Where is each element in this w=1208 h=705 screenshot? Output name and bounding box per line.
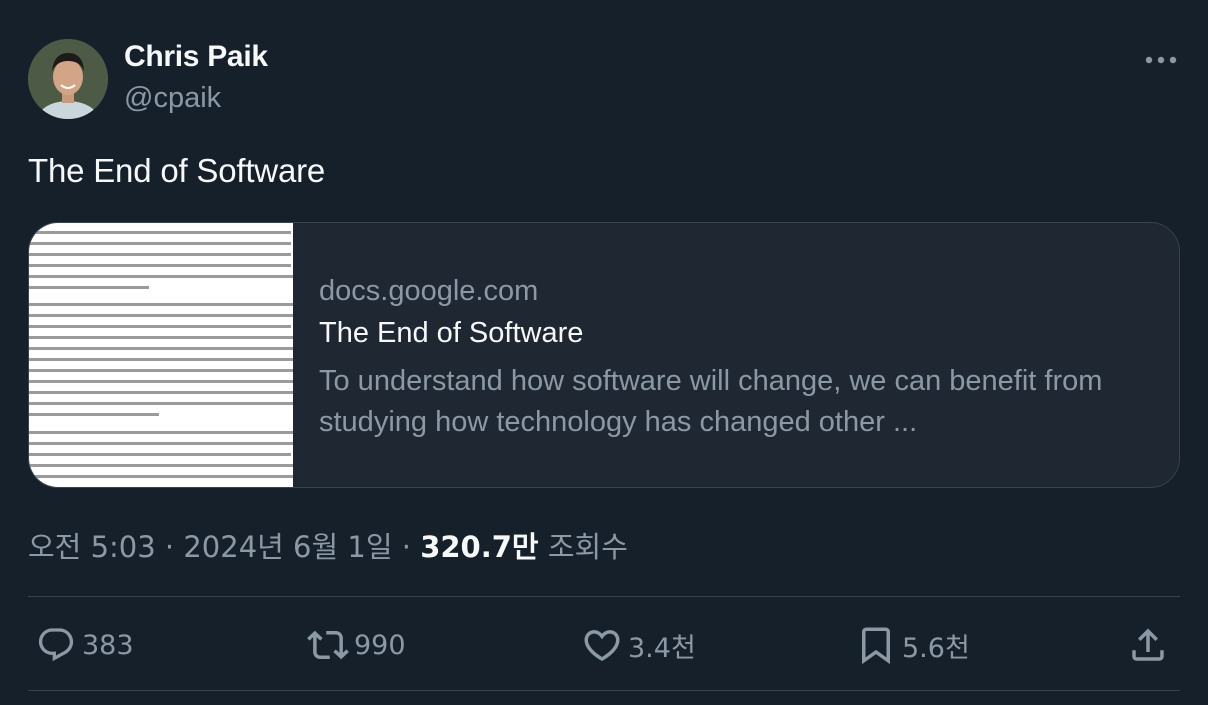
tweet: Chris Paik @cpaik The End of Software do… xyxy=(0,0,1208,705)
meta-separator: · xyxy=(401,530,411,564)
like-count: 3.4천 xyxy=(628,632,696,664)
divider xyxy=(28,596,1180,597)
card-title: The End of Software xyxy=(319,317,584,349)
tweet-text: The End of Software xyxy=(28,152,326,189)
bookmark-count: 5.6천 xyxy=(902,632,970,664)
tweet-date[interactable]: 2024년 6월 1일 xyxy=(183,530,392,564)
tweet-meta: 오전 5:03 · 2024년 6월 1일 · 320.7만 조회수 xyxy=(28,524,628,566)
retweet-icon xyxy=(306,623,350,667)
bookmark-button[interactable]: 5.6천 xyxy=(854,620,970,670)
reply-button[interactable]: 383 xyxy=(34,620,134,670)
share-icon xyxy=(1126,623,1170,667)
heart-icon xyxy=(580,623,624,667)
action-bar: 383 990 3.4천 5.6천 xyxy=(28,620,1180,670)
reply-icon xyxy=(34,623,78,667)
retweet-count: 990 xyxy=(354,629,406,661)
card-description: To understand how software will change, … xyxy=(319,365,1103,438)
divider xyxy=(28,690,1180,691)
author-name[interactable]: Chris Paik xyxy=(124,40,268,74)
link-card[interactable]: docs.google.com The End of Software To u… xyxy=(28,222,1180,488)
tweet-time[interactable]: 오전 5:03 xyxy=(28,530,156,564)
card-domain: docs.google.com xyxy=(319,275,539,307)
card-thumbnail xyxy=(29,223,293,487)
avatar[interactable] xyxy=(28,39,108,119)
author-handle[interactable]: @cpaik xyxy=(124,82,221,115)
retweet-button[interactable]: 990 xyxy=(306,620,406,670)
more-button[interactable] xyxy=(1140,48,1182,72)
card-body: docs.google.com The End of Software To u… xyxy=(293,223,1179,487)
views-count: 320.7만 xyxy=(420,530,539,564)
share-button[interactable] xyxy=(1126,620,1170,670)
more-icon xyxy=(1145,56,1177,64)
like-button[interactable]: 3.4천 xyxy=(580,620,696,670)
meta-separator: · xyxy=(164,530,175,564)
bookmark-icon xyxy=(854,623,898,667)
views-label: 조회수 xyxy=(547,530,628,564)
reply-count: 383 xyxy=(82,629,134,661)
